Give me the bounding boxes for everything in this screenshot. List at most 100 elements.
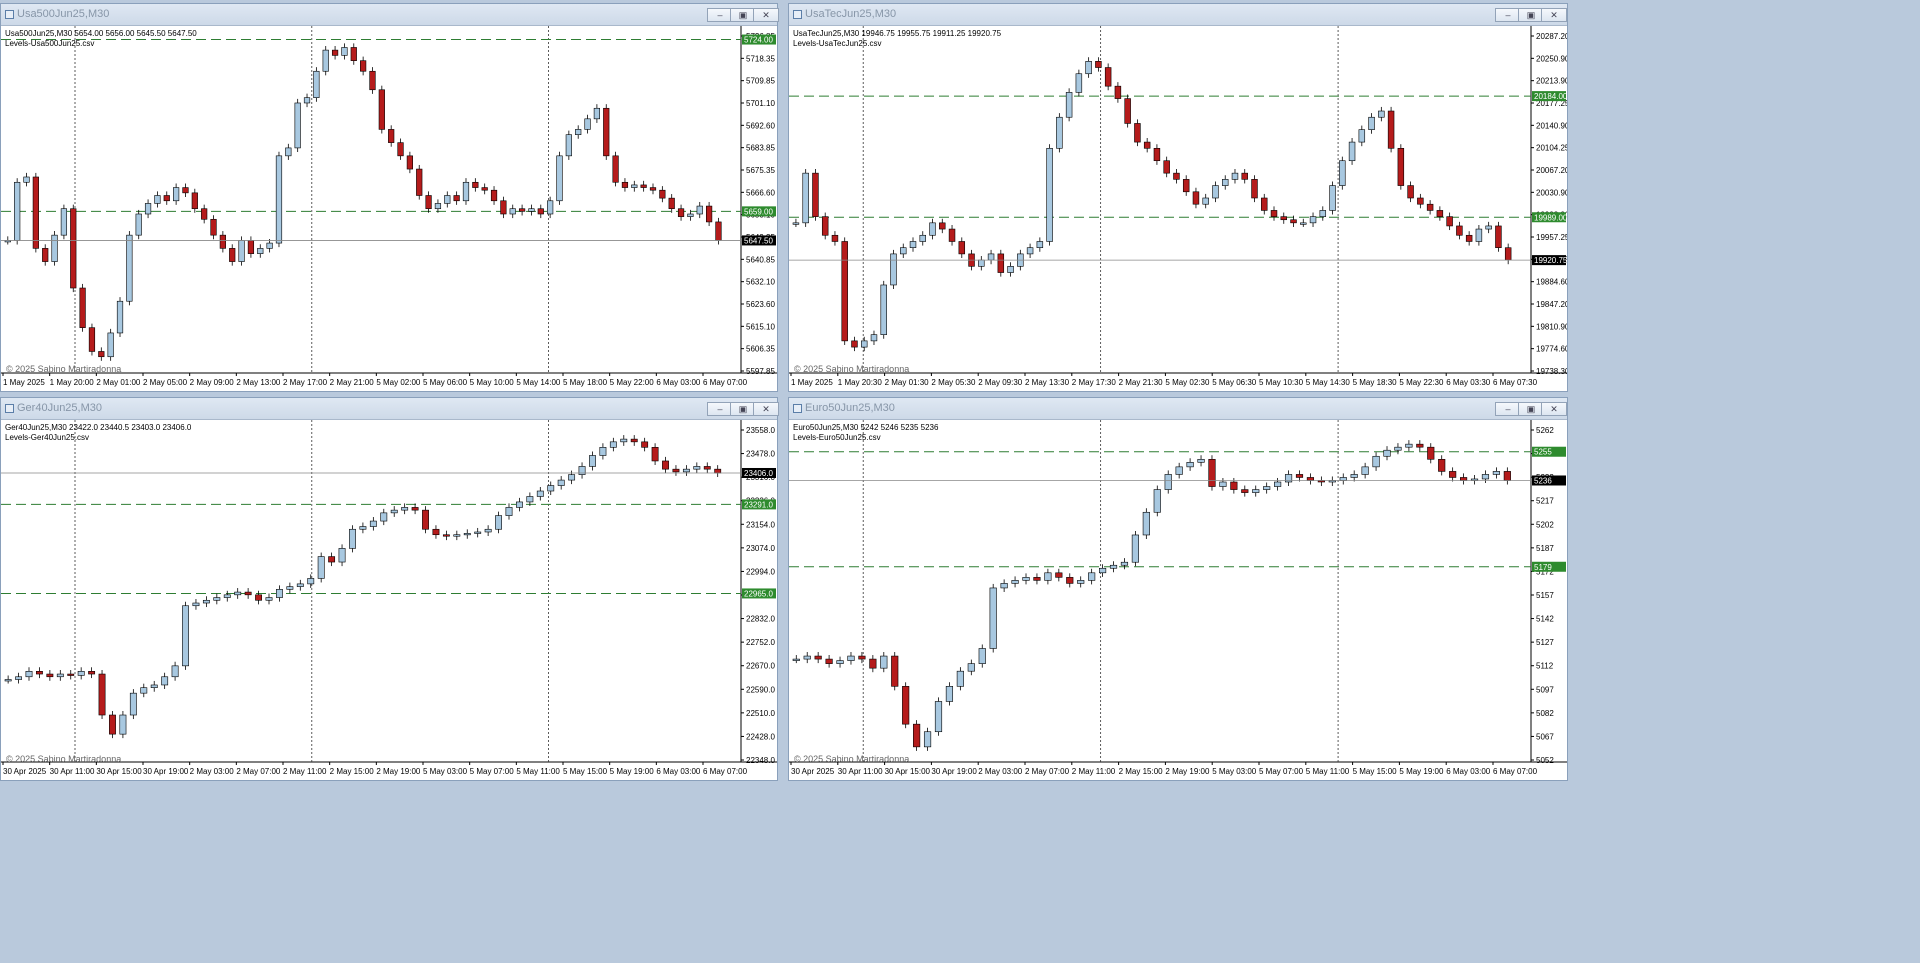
price-tick-label: 5615.10 xyxy=(746,322,775,331)
candle-body xyxy=(380,512,388,522)
candle-body xyxy=(191,192,198,210)
candle-body xyxy=(425,195,432,210)
candle-body xyxy=(1290,219,1297,224)
chart-info: Usa500Jun25,M30 5654.00 5656.00 5645.50 … xyxy=(5,29,197,49)
candle-body xyxy=(255,594,262,601)
price-tick-label: 5675.35 xyxy=(746,166,775,175)
window-title: Usa500Jun25,M30 xyxy=(17,8,110,20)
candle-body xyxy=(107,332,114,358)
candle-body xyxy=(1131,534,1139,563)
copyright-text: © 2025 Sabino Martiradonna xyxy=(794,754,910,764)
price-tick-label: 5142 xyxy=(1536,615,1554,624)
candle-body xyxy=(1446,216,1453,227)
price-tick-label: 23558.0 xyxy=(746,426,775,435)
close-button[interactable]: ✕ xyxy=(1541,402,1567,416)
candle-body xyxy=(238,240,245,262)
time-tick-label: 5 May 03:00 xyxy=(1212,767,1257,776)
candle-body xyxy=(1163,160,1170,174)
chart-window[interactable]: Euro50Jun25,M30 – ▣ ✕ 526252475232521752… xyxy=(788,397,1568,781)
time-tick-label: 5 May 11:00 xyxy=(516,767,560,776)
candle-body xyxy=(1394,446,1402,451)
copyright-text: © 2025 Sabino Martiradonna xyxy=(794,364,910,374)
candle-body xyxy=(229,248,236,262)
candle-body xyxy=(484,528,492,533)
level-label: 20184.00 xyxy=(1534,92,1567,101)
candle-body xyxy=(923,731,932,748)
candle-body xyxy=(161,676,169,686)
candle-body xyxy=(505,507,513,516)
chart-info: Euro50Jun25,M30 5242 5246 5235 5236 Leve… xyxy=(793,423,938,443)
candle-body xyxy=(1280,216,1287,221)
candle-body xyxy=(144,203,152,215)
candle-body xyxy=(1485,225,1492,230)
price-chart[interactable]: 5726.855718.355709.855701.105692.605683.… xyxy=(1,26,777,391)
candle-body xyxy=(1460,477,1468,481)
time-tick-label: 2 May 15:00 xyxy=(330,767,375,776)
time-tick-label: 5 May 22:00 xyxy=(610,378,655,387)
candle-body xyxy=(1417,197,1424,205)
candle-body xyxy=(913,723,921,748)
chart-window[interactable]: UsaTecJun25,M30 – ▣ ✕ 20287.20 20250.90 20… xyxy=(788,3,1568,392)
time-tick-label: 5 May 15:00 xyxy=(1353,767,1398,776)
candle-body xyxy=(495,515,502,530)
candle-body xyxy=(275,155,283,244)
chart-window[interactable]: Ger40Jun25,M30 – ▣ ✕ 23558.023478.023316… xyxy=(0,397,779,781)
copyright-text: © 2025 Sabino Martiradonna xyxy=(6,364,122,374)
candle-body xyxy=(812,172,819,217)
candle-body xyxy=(1022,577,1030,581)
candle-body xyxy=(565,134,572,157)
candle-body xyxy=(294,102,301,149)
price-tick-label: 19810.90 xyxy=(1536,322,1567,331)
candle-body xyxy=(60,208,68,236)
candle-body xyxy=(328,556,336,563)
close-button[interactable]: ✕ xyxy=(753,8,779,22)
candle-body xyxy=(192,602,200,607)
window-titlebar[interactable]: Euro50Jun25,M30 – ▣ ✕ xyxy=(789,398,1567,420)
price-tick-label: 23154.0 xyxy=(746,520,775,529)
candle-body xyxy=(640,184,647,188)
candle-body xyxy=(1077,580,1085,584)
symbol-ohlc-line: Euro50Jun25,M30 5242 5246 5235 5236 xyxy=(793,423,939,432)
time-tick-label: 1 May 2025 xyxy=(791,378,833,387)
time-tick-label: 5 May 22:30 xyxy=(1399,378,1444,387)
candle-body xyxy=(547,485,555,492)
time-tick-label: 2 May 19:00 xyxy=(1165,767,1210,776)
time-tick-label: 2 May 13:00 xyxy=(236,378,281,387)
price-tick-label: 5683.85 xyxy=(746,144,775,153)
candle-body xyxy=(568,474,576,481)
time-tick-label: 2 May 07:00 xyxy=(1025,767,1070,776)
candle-body xyxy=(870,334,878,342)
price-tick-label: 19738.30 xyxy=(1536,367,1567,376)
price-tick-label: 5632.10 xyxy=(746,278,775,287)
time-tick-label: 5 May 06:30 xyxy=(1212,378,1257,387)
time-tick-label: 5 May 02:00 xyxy=(376,378,421,387)
candle-body xyxy=(1075,73,1083,93)
candle-body xyxy=(1263,486,1271,490)
candle-body xyxy=(1241,489,1249,493)
candle-body xyxy=(359,526,367,530)
candle-body xyxy=(620,438,628,443)
candle-body xyxy=(150,684,158,688)
candle-body xyxy=(1192,191,1200,205)
window-titlebar[interactable]: UsaTecJun25,M30 – ▣ ✕ xyxy=(789,4,1567,26)
close-button[interactable]: ✕ xyxy=(753,402,779,416)
time-tick-label: 2 May 13:30 xyxy=(1025,378,1070,387)
window-titlebar[interactable]: Ger40Jun25,M30 – ▣ ✕ xyxy=(1,398,779,420)
candle-body xyxy=(1055,572,1063,578)
close-button[interactable]: ✕ xyxy=(1541,8,1567,22)
price-tick-label: 5666.60 xyxy=(746,188,775,197)
price-chart[interactable]: 23558.023478.023316.023236.023154.023074… xyxy=(1,420,777,780)
time-tick-label: 5 May 10:30 xyxy=(1259,378,1304,387)
candle-body xyxy=(792,222,800,225)
price-chart[interactable]: 20287.2020250.9020213.9020177.2520140.90… xyxy=(789,26,1567,391)
candle-body xyxy=(244,591,252,596)
price-tick-label: 5127 xyxy=(1536,638,1554,647)
chart-window[interactable]: Usa500Jun25,M30 – ▣ ✕ 5726.855718.355709… xyxy=(0,3,779,392)
time-tick-label: 2 May 09:00 xyxy=(190,378,235,387)
candle-body xyxy=(945,686,954,702)
time-tick-label: 5 May 10:00 xyxy=(470,378,515,387)
current-price-label: 23406.0 xyxy=(744,469,773,478)
price-chart[interactable]: 5262524752325217520251875172515751425127… xyxy=(789,420,1567,780)
candle-body xyxy=(696,205,703,215)
window-titlebar[interactable]: Usa500Jun25,M30 – ▣ ✕ xyxy=(1,4,779,26)
